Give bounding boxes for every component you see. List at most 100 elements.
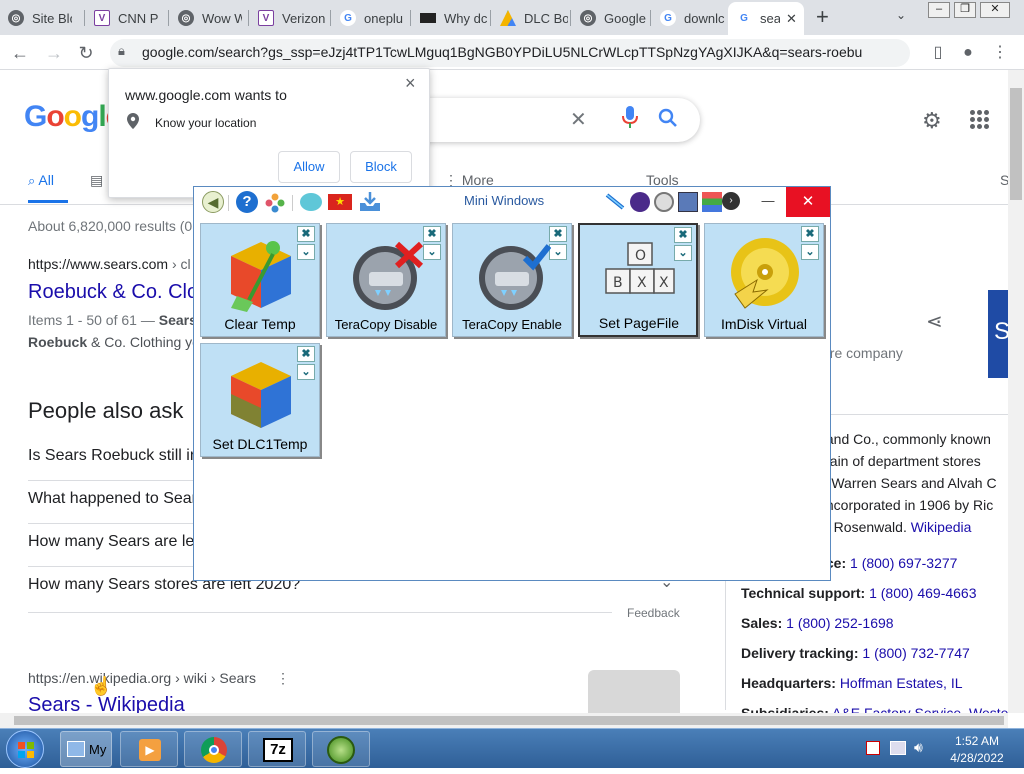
- kebab-menu-icon[interactable]: ⋮: [988, 41, 1012, 65]
- microphone-icon[interactable]: [622, 106, 638, 134]
- settings-gear-icon[interactable]: ⚙: [922, 108, 942, 134]
- tile-teracopy-enable[interactable]: ✖ ⌄ TeraCopy Enable: [452, 223, 572, 337]
- paa-question[interactable]: How many Sears are le: [28, 533, 194, 551]
- my-computer-icon: [67, 741, 85, 757]
- stack-icon[interactable]: [702, 192, 722, 212]
- paa-question[interactable]: What happened to Sear: [28, 490, 197, 508]
- back-arrow-icon[interactable]: ←: [8, 41, 32, 65]
- share-icon[interactable]: ⋖: [926, 309, 943, 334]
- flower-icon[interactable]: [264, 192, 286, 214]
- clear-search-icon[interactable]: ✕: [570, 107, 587, 132]
- pen-tool-icon[interactable]: [604, 192, 626, 212]
- tile-move-down-icon[interactable]: ⌄: [297, 364, 315, 380]
- side-panel-icon[interactable]: ▯: [926, 41, 950, 65]
- tile-teracopy-disable[interactable]: ✖ ⌄ TeraCopy Disable: [326, 223, 446, 337]
- search-icon[interactable]: [658, 108, 678, 134]
- tab-news-icon[interactable]: ▤: [90, 172, 103, 189]
- kebab-menu-icon[interactable]: ⋮: [276, 670, 290, 687]
- browser-tab[interactable]: Why dc: [412, 4, 490, 32]
- result-url: https://en.wikipedia.org › wiki › Sears: [28, 670, 256, 686]
- taskbar-my-app[interactable]: My: [60, 731, 112, 767]
- picture-icon[interactable]: [678, 192, 698, 212]
- search-box[interactable]: ✕: [400, 98, 700, 142]
- volume-icon[interactable]: 🔊︎: [914, 739, 923, 756]
- feedback-link[interactable]: Feedback: [627, 606, 680, 620]
- browser-tab[interactable]: G downlc: [652, 4, 728, 32]
- block-button[interactable]: Block: [350, 151, 412, 183]
- result-thumbnail[interactable]: [588, 670, 680, 713]
- lock-icon[interactable]: 🔒︎: [118, 43, 134, 59]
- taskbar-green-app[interactable]: [312, 731, 370, 767]
- browser-tab[interactable]: DLC Bo: [492, 4, 570, 32]
- tile-move-down-icon[interactable]: ⌄: [801, 244, 819, 260]
- tile-remove-icon[interactable]: ✖: [297, 226, 315, 242]
- reload-icon[interactable]: ↻: [74, 41, 98, 65]
- tile-move-down-icon[interactable]: ⌄: [549, 244, 567, 260]
- tile-set-pagefile[interactable]: ✖ ⌄ OBXX Set PageFile: [578, 223, 698, 337]
- window-close-button[interactable]: ✕: [980, 2, 1010, 18]
- browser-tab[interactable]: V Verizon: [250, 4, 330, 32]
- spinner-icon[interactable]: [630, 192, 650, 212]
- browser-tab[interactable]: V CNN P: [86, 4, 168, 32]
- phone-link[interactable]: 1 (800) 732-7747: [862, 645, 969, 661]
- taskbar-chrome[interactable]: [184, 731, 242, 767]
- back-arrow-icon[interactable]: ◀: [202, 191, 224, 213]
- tab-search-chevron-icon[interactable]: ⌄: [896, 8, 906, 22]
- forward-arrow-icon[interactable]: →: [42, 41, 66, 65]
- tile-remove-icon[interactable]: ✖: [423, 226, 441, 242]
- tab-all[interactable]: ⌕ All: [28, 172, 54, 189]
- kp-fact: Headquarters: Hoffman Estates, IL: [741, 675, 963, 691]
- wikipedia-link[interactable]: Wikipedia: [911, 519, 972, 535]
- mini-windows-titlebar[interactable]: ◀ ? ★ Mini Windows › — ✕: [194, 187, 830, 217]
- mini-close-button[interactable]: ✕: [786, 187, 830, 217]
- taskbar-7zip[interactable]: 7z: [248, 731, 306, 767]
- browser-tab[interactable]: ◎ Wow W: [170, 4, 248, 32]
- phone-link[interactable]: 1 (800) 697-3277: [850, 555, 957, 571]
- chat-bubble-icon[interactable]: [300, 193, 322, 211]
- result-title-link[interactable]: Roebuck & Co. Clo: [28, 281, 198, 304]
- apps-grid-icon[interactable]: [970, 110, 990, 130]
- knowledge-panel-image[interactable]: S: [988, 290, 1010, 378]
- clock-time[interactable]: 1:52 AM: [940, 734, 1014, 748]
- tile-set-dlc1temp[interactable]: ✖ ⌄ Set DLC1Temp: [200, 343, 320, 457]
- tile-move-down-icon[interactable]: ⌄: [297, 244, 315, 260]
- action-center-flag-icon[interactable]: [866, 741, 880, 755]
- tile-imdisk-virtual[interactable]: ✖ ⌄ ImDisk Virtual: [704, 223, 824, 337]
- window-restore-button[interactable]: ❐: [954, 2, 976, 18]
- tile-clear-temp[interactable]: ✖ ⌄ Clear Temp: [200, 223, 320, 337]
- download-tray-icon[interactable]: [358, 190, 382, 214]
- headquarters-link[interactable]: Hoffman Estates, IL: [840, 675, 963, 691]
- horizontal-scrollbar-thumb[interactable]: [14, 716, 1004, 725]
- browser-tab[interactable]: ◎ Site Blo: [0, 4, 84, 32]
- tile-remove-icon[interactable]: ✖: [801, 226, 819, 242]
- tab-close-icon[interactable]: ✕: [786, 11, 797, 27]
- popup-close-icon[interactable]: ×: [405, 73, 416, 94]
- terminal-icon[interactable]: ›: [722, 192, 740, 210]
- profile-avatar-icon[interactable]: ●: [956, 41, 980, 65]
- tile-remove-icon[interactable]: ✖: [297, 346, 315, 362]
- tab-divider: [410, 10, 411, 26]
- tile-move-down-icon[interactable]: ⌄: [423, 244, 441, 260]
- new-tab-button[interactable]: +: [816, 4, 829, 30]
- phone-link[interactable]: 1 (800) 252-1698: [786, 615, 893, 631]
- window-minimize-button[interactable]: –: [928, 2, 950, 18]
- phone-link[interactable]: 1 (800) 469-4663: [869, 585, 976, 601]
- start-button[interactable]: [6, 730, 44, 768]
- vertical-scrollbar-thumb[interactable]: [1010, 88, 1022, 200]
- mini-minimize-button[interactable]: —: [746, 187, 790, 217]
- browser-tab[interactable]: G oneplu: [332, 4, 410, 32]
- taskbar-media-player[interactable]: ▶: [120, 731, 178, 767]
- help-icon[interactable]: ?: [236, 191, 258, 213]
- paa-question[interactable]: Is Sears Roebuck still in: [28, 447, 199, 465]
- network-icon[interactable]: [890, 741, 906, 755]
- allow-button[interactable]: Allow: [278, 151, 340, 183]
- subsidiaries-link[interactable]: A&E Factory Service, Wester: [832, 705, 1013, 713]
- tile-remove-icon[interactable]: ✖: [549, 226, 567, 242]
- clock-date[interactable]: 4/28/2022: [940, 751, 1014, 765]
- google-logo[interactable]: Google: [24, 100, 122, 134]
- url-text[interactable]: google.com/search?gs_ssp=eJzj4tTP1TcwLMg…: [142, 44, 862, 62]
- browser-tab[interactable]: ◎ Google: [572, 4, 650, 32]
- browser-tab-active[interactable]: G sea ✕: [728, 2, 804, 35]
- disc-icon[interactable]: [654, 192, 674, 212]
- vietnam-flag-icon[interactable]: ★: [328, 194, 352, 210]
